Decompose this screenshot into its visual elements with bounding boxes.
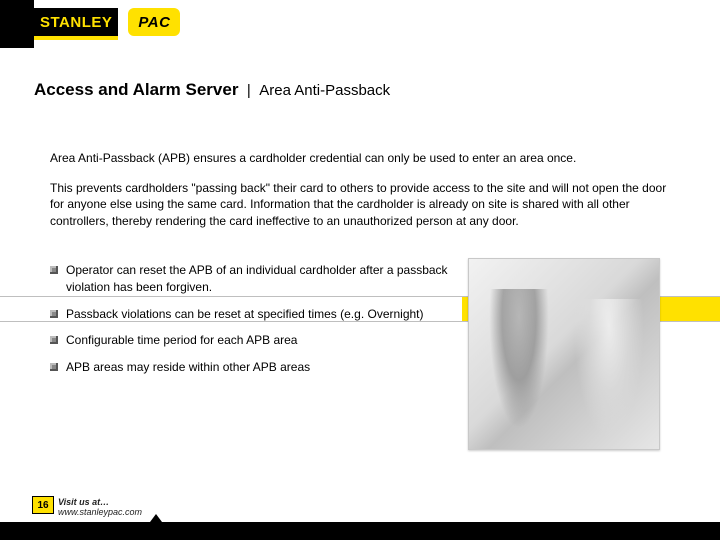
bullet-list: Operator can reset the APB of an individ… — [50, 262, 470, 386]
bullet-text: Operator can reset the APB of an individ… — [66, 262, 470, 296]
bullet-icon — [50, 310, 58, 318]
bullet-icon — [50, 266, 58, 274]
bullet-text: APB areas may reside within other APB ar… — [66, 359, 310, 376]
bullet-text: Passback violations can be reset at spec… — [66, 306, 424, 323]
bullet-text: Configurable time period for each APB ar… — [66, 332, 297, 349]
body-text: Area Anti-Passback (APB) ensures a cardh… — [50, 150, 670, 243]
paragraph-2: This prevents cardholders "passing back"… — [50, 180, 670, 229]
page-number-box: 16 — [32, 496, 54, 514]
footer-visit-url: www.stanleypac.com — [58, 508, 142, 518]
bullet-item-1: Operator can reset the APB of an individ… — [50, 262, 470, 296]
stanley-logo-text: STANLEY — [40, 14, 112, 31]
title-sub: Area Anti-Passback — [259, 82, 390, 99]
stanley-logo: STANLEY — [34, 8, 118, 36]
pac-logo-wrap: PAC — [128, 8, 180, 36]
title-separator: | — [247, 82, 251, 99]
illustration-image — [468, 258, 660, 450]
slide-title: Access and Alarm Server | Area Anti-Pass… — [34, 80, 390, 100]
stanley-logo-wrap: STANLEY — [34, 8, 118, 40]
bullet-item-2: Passback violations can be reset at spec… — [50, 306, 470, 323]
bullet-item-4: APB areas may reside within other APB ar… — [50, 359, 470, 376]
stanley-underline — [34, 36, 118, 40]
footer-triangle-icon — [150, 514, 162, 522]
footer-visit: Visit us at… www.stanleypac.com — [58, 498, 142, 518]
pac-logo: PAC — [128, 8, 180, 36]
bullet-icon — [50, 363, 58, 371]
page-number: 16 — [37, 500, 48, 511]
slide: STANLEY PAC Access and Alarm Server | Ar… — [0, 0, 720, 540]
left-black-block — [0, 0, 34, 48]
title-main: Access and Alarm Server — [34, 80, 238, 99]
pac-logo-text: PAC — [138, 14, 170, 31]
bullet-item-3: Configurable time period for each APB ar… — [50, 332, 470, 349]
paragraph-1: Area Anti-Passback (APB) ensures a cardh… — [50, 150, 670, 166]
logo-row: STANLEY PAC — [0, 0, 180, 48]
footer-black-bar — [0, 522, 720, 540]
bullet-icon — [50, 336, 58, 344]
